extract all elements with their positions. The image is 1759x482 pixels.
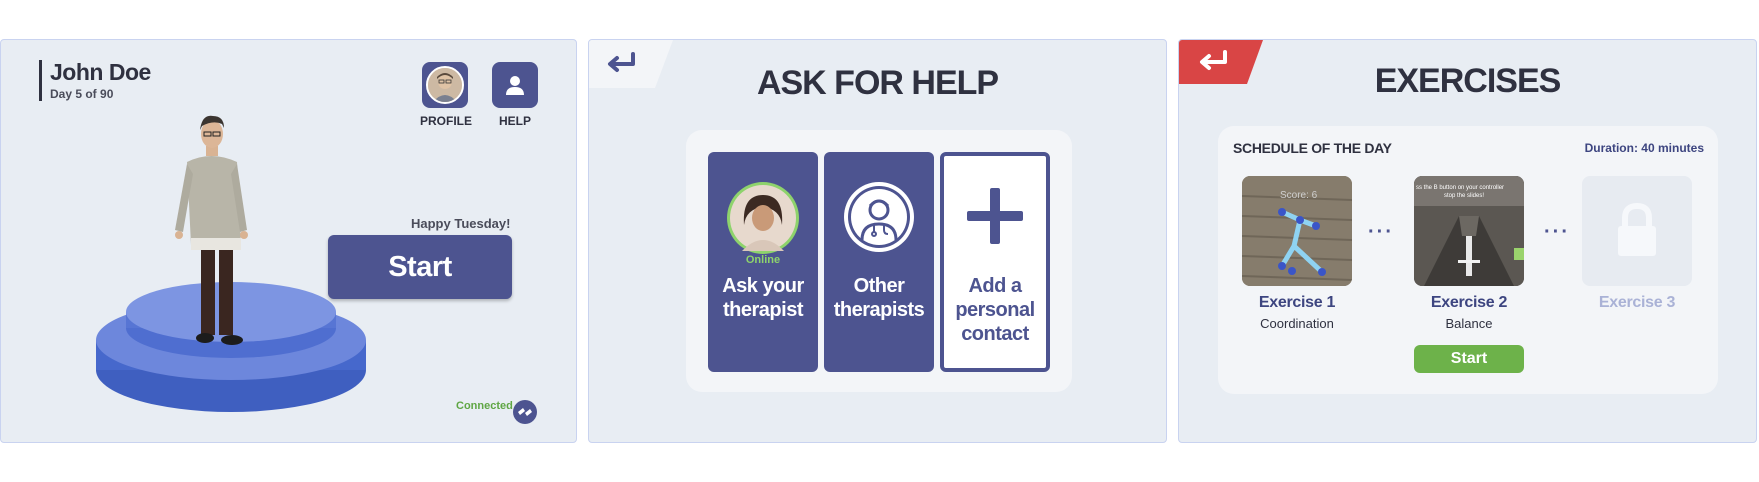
card-label-line: Other bbox=[853, 275, 905, 297]
profile-avatar bbox=[426, 66, 464, 104]
exercises-panel: EXERCISES SCHEDULE OF THE DAY Duration: … bbox=[1178, 39, 1757, 443]
exercise-3-name: Exercise 3 bbox=[1598, 294, 1676, 311]
schedule-card: SCHEDULE OF THE DAY Duration: 40 minutes… bbox=[1218, 126, 1718, 394]
card-label-line: Add a bbox=[968, 275, 1022, 297]
add-contact-card[interactable]: Add a personal contact bbox=[940, 152, 1050, 372]
card-label-line: personal bbox=[955, 299, 1035, 321]
exercise-2-name: Exercise 2 bbox=[1430, 294, 1508, 311]
link-icon bbox=[513, 400, 537, 424]
user-icon bbox=[506, 76, 524, 95]
doctor-icon bbox=[844, 182, 914, 252]
user-info: John Doe Day 5 of 90 bbox=[39, 60, 151, 101]
card-label-line: therapists bbox=[833, 299, 925, 321]
exercise-1-name: Exercise 1 bbox=[1258, 294, 1336, 311]
card-label-line: therapist bbox=[723, 299, 803, 321]
card-label-line: Ask your bbox=[722, 275, 804, 297]
lock-icon bbox=[1618, 202, 1656, 256]
separator-dots: ··· bbox=[1544, 221, 1570, 243]
therapist-photo bbox=[727, 182, 799, 254]
help-options: Online Ask your therapist Other therapis… bbox=[686, 130, 1072, 392]
online-status: Online bbox=[745, 254, 781, 266]
connection-status: Connected bbox=[456, 400, 513, 412]
schedule-title: SCHEDULE OF THE DAY bbox=[1233, 140, 1392, 156]
home-panel: John Doe Day 5 of 90 PROFILE HELP Happy … bbox=[0, 39, 577, 443]
thumb-score: Score: 6 bbox=[1280, 190, 1318, 201]
help-button[interactable]: HELP bbox=[490, 62, 540, 128]
page-title: EXERCISES bbox=[1374, 62, 1562, 100]
other-therapists-card[interactable]: Other therapists bbox=[824, 152, 934, 372]
greeting-text: Happy Tuesday! bbox=[411, 216, 511, 231]
day-progress: Day 5 of 90 bbox=[50, 87, 114, 101]
ask-therapist-card[interactable]: Online Ask your therapist bbox=[708, 152, 818, 372]
profile-button[interactable]: PROFILE bbox=[420, 62, 473, 128]
profile-label: PROFILE bbox=[420, 114, 473, 128]
thumb-instruction: ss the B button on your controller bbox=[1416, 185, 1504, 191]
help-label: HELP bbox=[498, 114, 531, 128]
plus-icon bbox=[967, 188, 1023, 244]
face-icon bbox=[428, 68, 462, 102]
user-name: John Doe bbox=[50, 59, 151, 85]
exercise-2-thumbnail[interactable]: ss the B button on your controller stop … bbox=[1414, 176, 1524, 286]
page-title: ASK FOR HELP bbox=[756, 64, 999, 102]
exercise-2-category: Balance bbox=[1445, 316, 1493, 331]
exercise-2-start-button[interactable]: Start bbox=[1414, 345, 1524, 373]
exercise-3-thumbnail bbox=[1582, 176, 1692, 286]
start-button[interactable]: Start bbox=[328, 235, 512, 299]
separator-dots: ··· bbox=[1368, 221, 1394, 243]
card-label-line: contact bbox=[961, 323, 1029, 345]
thumb-instruction: stop the slides! bbox=[1444, 193, 1484, 199]
exercise-1-thumbnail[interactable]: Score: 6 bbox=[1242, 176, 1352, 286]
ask-for-help-panel: ASK FOR HELP Online Ask your therapist O… bbox=[588, 39, 1167, 443]
exercise-1-category: Coordination bbox=[1260, 316, 1334, 331]
duration-text: Duration: 40 minutes bbox=[1584, 141, 1704, 155]
